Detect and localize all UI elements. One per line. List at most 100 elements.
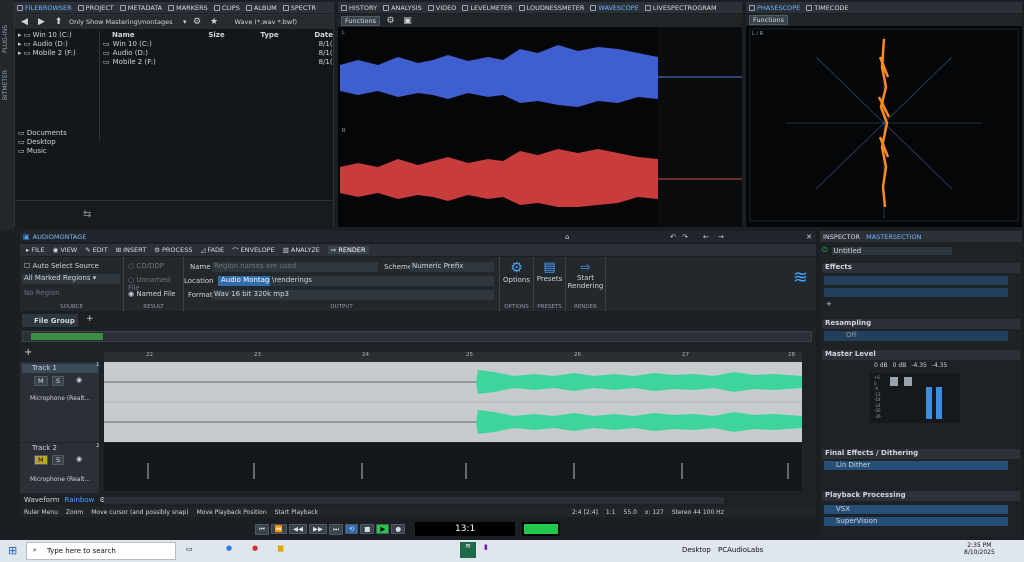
tab-levelmeter[interactable]: LEVELMETER	[462, 4, 513, 12]
lin-dither-slot[interactable]: Lin Dither	[824, 461, 1008, 470]
time-display[interactable]: 13:1	[415, 522, 516, 536]
explorer-icon[interactable]: ▆	[278, 544, 283, 552]
snapshot-icon[interactable]: ▣	[401, 14, 414, 27]
named-file-option[interactable]: ◉ Named File	[128, 290, 175, 298]
chrome-icon[interactable]: ●	[252, 544, 258, 552]
app-icon[interactable]: ●	[226, 544, 232, 552]
stop-icon[interactable]: ■	[360, 524, 375, 534]
add-track-icon[interactable]: +	[24, 347, 32, 359]
redo-icon[interactable]: ↷	[682, 233, 688, 241]
effect-slot[interactable]	[824, 276, 1008, 285]
play-icon[interactable]: ▶	[376, 524, 390, 534]
import-icon[interactable]: ⇆	[83, 209, 91, 220]
previous-icon[interactable]: ⏪	[270, 524, 287, 534]
tab-metadata[interactable]: METADATA	[119, 4, 162, 12]
forward-icon[interactable]: ▶▶	[308, 524, 327, 534]
windows-start-icon[interactable]: ⊞	[8, 544, 17, 557]
tree-item[interactable]: ▸ ▭ Audio (D:)	[18, 40, 98, 49]
task-view-icon[interactable]: ▭	[186, 545, 193, 553]
star-icon[interactable]: ★	[208, 16, 221, 29]
render-group[interactable]: ⇨ Start Rendering RENDER	[566, 257, 606, 311]
auto-select-source[interactable]: ☐ Auto Select Source	[24, 262, 99, 270]
clock[interactable]: 2:35 PM 8/10/2025	[964, 542, 995, 556]
tab-analysis[interactable]: ANALYSIS	[383, 4, 422, 12]
navigate-forward-icon[interactable]: →	[718, 233, 724, 241]
menu-process[interactable]: ⚙ PROCESS	[154, 246, 192, 254]
up-icon[interactable]: ⬆	[52, 16, 65, 29]
tab-album[interactable]: ALBUM	[245, 4, 277, 12]
location-field[interactable]: \renderings	[270, 276, 494, 286]
tab-filebrowser[interactable]: FILEBROWSER	[17, 4, 72, 12]
location-tag[interactable]: Audio Montage	[218, 276, 277, 286]
timeline-ruler[interactable]: 22 23 24 25 26 27 28	[104, 352, 802, 362]
track-1-clip[interactable]	[104, 362, 802, 442]
tab-file-group[interactable]: File Group	[22, 314, 78, 327]
tab-inspector[interactable]: INSPECTOR	[823, 233, 860, 241]
track-1-name[interactable]: Track 1	[22, 364, 98, 373]
file-row[interactable]: ▭ Audio (D:) 8/1(	[100, 49, 333, 58]
tab-clips[interactable]: CLIPS	[213, 4, 240, 12]
power-icon[interactable]: ⏻	[822, 246, 828, 255]
menu-view[interactable]: ◉ VIEW	[53, 246, 78, 254]
next-icon[interactable]: ⏭	[328, 523, 343, 535]
horizontal-scrollbar[interactable]	[104, 497, 724, 504]
scheme-field[interactable]: Numeric Prefix	[410, 262, 494, 272]
navigate-back-icon[interactable]: ←	[703, 233, 709, 241]
col-name[interactable]: Name	[112, 31, 208, 40]
format-field[interactable]: Wav 16 bit 320k mp3	[212, 290, 494, 300]
loop-icon[interactable]: ⟲	[344, 524, 359, 534]
track-2-lane[interactable]	[104, 443, 802, 491]
tab-loudnessmeter[interactable]: LOUDNESSMETER	[518, 4, 584, 12]
rewind-start-icon[interactable]: ⏮	[255, 523, 269, 535]
favorite-item[interactable]: ▭ Music	[18, 147, 98, 156]
settings-icon[interactable]: ⚙	[191, 16, 204, 29]
favorite-item[interactable]: ▭ Documents	[18, 129, 98, 138]
resampling-slot[interactable]: Off	[824, 331, 1008, 341]
waveform-mode[interactable]: Waveform	[24, 496, 60, 505]
add-tab-icon[interactable]: +	[86, 314, 94, 324]
settings-icon[interactable]: ⚙	[384, 14, 397, 27]
mute-button[interactable]: M	[34, 455, 48, 465]
name-field[interactable]: Region names are used	[212, 262, 378, 272]
no-region-field[interactable]: No Region	[24, 289, 60, 297]
undo-icon[interactable]: ↶	[670, 233, 676, 241]
back-icon[interactable]: ◀	[18, 16, 31, 29]
preset-name[interactable]: Untitled	[831, 246, 952, 255]
window-close-icon[interactable]: ✕	[806, 233, 812, 241]
tab-history[interactable]: HISTORY	[341, 4, 377, 12]
menu-render[interactable]: ⇨ RENDER	[327, 246, 369, 254]
monitor-icon[interactable]: ◉	[76, 376, 82, 384]
mute-button[interactable]: M	[34, 376, 48, 386]
menu-envelope[interactable]: ⌒ ENVELOPE	[232, 245, 275, 255]
tab-spectrum[interactable]: SPECTR	[282, 4, 316, 12]
col-type[interactable]: Type	[260, 31, 314, 40]
menu-edit[interactable]: ✎ EDIT	[85, 246, 107, 254]
chevron-down-icon[interactable]: ▾	[183, 18, 187, 26]
effect-slot[interactable]	[824, 288, 1008, 297]
options-group[interactable]: ⚙ Options OPTIONS	[500, 257, 534, 311]
tree-item[interactable]: ▸ ▭ Mobile 2 (F:)	[18, 49, 98, 58]
regions-dropdown[interactable]: All Marked Regions ▾	[22, 274, 120, 284]
solo-button[interactable]: S	[52, 376, 65, 386]
fader-right[interactable]	[904, 377, 912, 386]
menu-fade[interactable]: ◿ FADE	[200, 246, 224, 254]
side-label-plugins[interactable]: PLUG-INS	[2, 25, 9, 53]
tab-phasescope[interactable]: PHASESCOPE	[749, 4, 800, 12]
tree-item[interactable]: ▸ ▭ Win 10 (C:)	[18, 31, 98, 40]
monitor-icon[interactable]: ◉	[76, 455, 82, 463]
menu-analyze[interactable]: ▥ ANALYZE	[283, 246, 320, 254]
cdddp-option[interactable]: ○ CD/DDP	[128, 262, 164, 270]
vsx-slot[interactable]: VSX	[824, 505, 1008, 514]
rewind-icon[interactable]: ◀◀	[288, 524, 307, 534]
track-1-input[interactable]: Microphone (Realt...	[30, 395, 90, 402]
side-label-bitmeter[interactable]: BITMETER	[2, 70, 9, 100]
filetype-dropdown[interactable]: Wave (*.wav *.bwf)	[235, 18, 305, 26]
record-icon[interactable]: ●	[391, 524, 406, 534]
favorite-item[interactable]: ▭ Desktop	[18, 138, 98, 147]
col-date[interactable]: Date	[314, 31, 333, 40]
functions-button[interactable]: Functions	[341, 15, 381, 26]
home-icon[interactable]: ⌂	[565, 233, 569, 241]
menu-insert[interactable]: ⊞ INSERT	[116, 246, 146, 254]
tab-timecode[interactable]: TIMECODE	[806, 4, 849, 12]
tab-mastersection[interactable]: MASTERSECTION	[866, 233, 921, 241]
